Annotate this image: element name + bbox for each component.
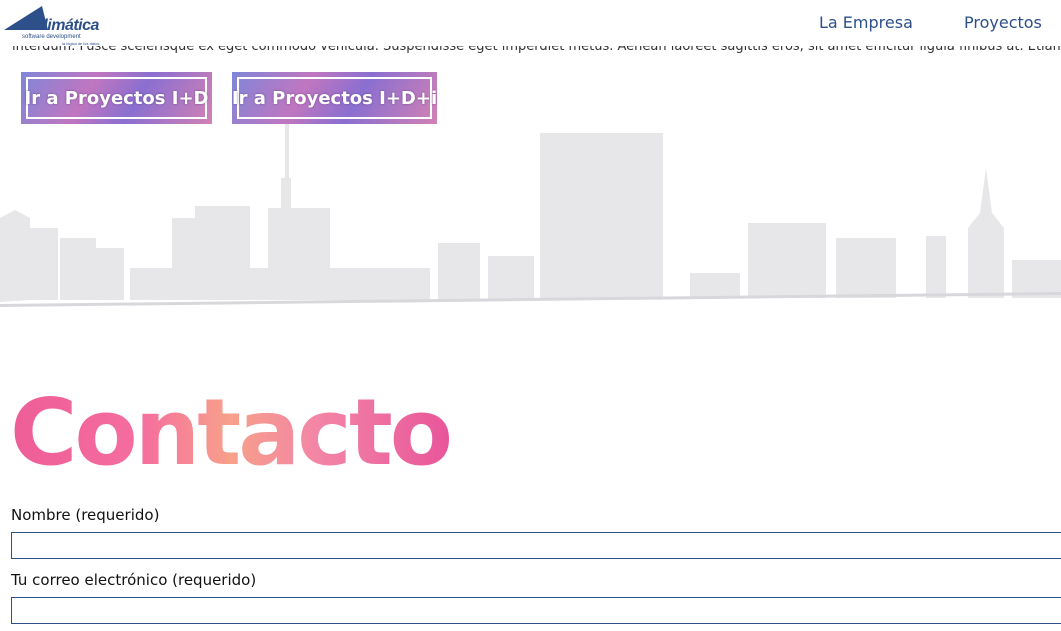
- nav-item-la-empresa[interactable]: La Empresa: [819, 13, 913, 32]
- email-field[interactable]: [11, 597, 1061, 624]
- projects-idi-button[interactable]: Ir a Proyectos I+D+i: [232, 72, 437, 124]
- logo-subtagline: la lógica de los datos: [62, 41, 100, 46]
- logo-wordmark: dimática: [38, 17, 99, 34]
- company-logo[interactable]: dimática software development la lógica …: [4, 4, 100, 46]
- nav-item-proyectos[interactable]: Proyectos: [964, 13, 1042, 32]
- contact-heading: Contacto: [10, 379, 453, 486]
- intro-paragraph: interdum. Fusce scelerisque ex eget comm…: [12, 44, 1061, 58]
- email-field-label: Tu correo electrónico (requerido): [11, 571, 257, 589]
- city-skyline-background: [0, 123, 1061, 307]
- projects-id-button[interactable]: Ir a Proyectos I+D: [21, 72, 212, 124]
- name-field-label: Nombre (requerido): [11, 506, 160, 524]
- site-header: dimática software development la lógica …: [0, 0, 1061, 46]
- name-field[interactable]: [11, 532, 1061, 559]
- logo-tagline: software development: [22, 34, 81, 40]
- projects-id-button-label: Ir a Proyectos I+D: [25, 77, 209, 119]
- projects-idi-button-label: Ir a Proyectos I+D+i: [232, 77, 437, 119]
